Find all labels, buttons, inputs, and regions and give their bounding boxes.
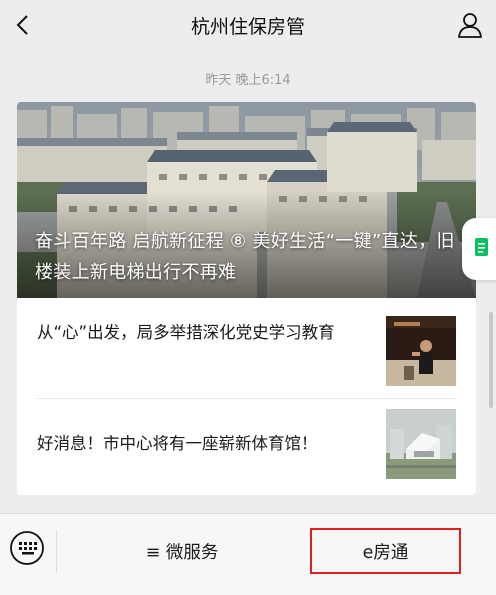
- page-title: 杭州住保房管: [190, 16, 305, 38]
- featured-article[interactable]: 奋斗百年路 启航新征程 ⑧ 美好生活“一键”直达，旧楼装上新电梯出行不再难: [17, 102, 476, 298]
- document-icon: [475, 238, 488, 256]
- message-timestamp: 昨天 晚上6:14: [205, 73, 291, 88]
- floating-side-button[interactable]: [462, 218, 496, 280]
- keyboard-icon: [10, 531, 44, 565]
- menu-item-e-fangtong[interactable]: e房通: [310, 528, 461, 574]
- profile-button[interactable]: [450, 5, 490, 45]
- scrollbar-thumb[interactable]: [489, 312, 493, 408]
- article-thumbnail: [386, 316, 456, 386]
- featured-article-title: 奋斗百年路 启航新征程 ⑧ 美好生活“一键”直达，旧楼装上新电梯出行不再难: [35, 231, 455, 283]
- article-title: 好消息！市中心将有一座崭新体育馆！: [37, 434, 318, 453]
- keyboard-toggle-button[interactable]: [9, 530, 45, 566]
- article-title: 从“心”出发，局多举措深化党史学习教育: [37, 323, 335, 342]
- list-item[interactable]: 好消息！市中心将有一座崭新体育馆！: [17, 399, 476, 495]
- list-item[interactable]: 从“心”出发，局多举措深化党史学习教育: [17, 298, 476, 398]
- top-nav-bar: 杭州住保房管: [0, 0, 496, 50]
- bottom-menu-bar: ≡ 微服务 e房通: [0, 513, 496, 595]
- person-icon: [458, 13, 482, 38]
- article-thumbnail: [386, 409, 456, 479]
- article-card: 奋斗百年路 启航新征程 ⑧ 美好生活“一键”直达，旧楼装上新电梯出行不再难 从“…: [17, 102, 476, 495]
- menu-item-micro-service[interactable]: ≡ 微服务: [57, 528, 307, 574]
